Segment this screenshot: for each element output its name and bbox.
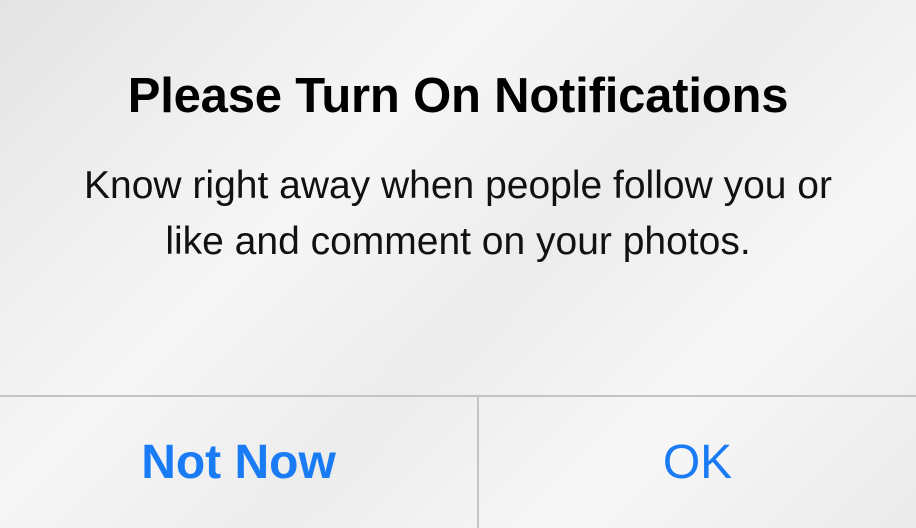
alert-title: Please Turn On Notifications	[127, 69, 789, 123]
alert-body: Please Turn On Notifications Know right …	[0, 0, 916, 396]
alert-message: Know right away when people follow you o…	[84, 164, 832, 263]
ok-button[interactable]: OK	[479, 397, 916, 528]
notification-alert-dialog: Please Turn On Notifications Know right …	[0, 0, 916, 528]
not-now-button[interactable]: Not Now	[0, 397, 477, 528]
